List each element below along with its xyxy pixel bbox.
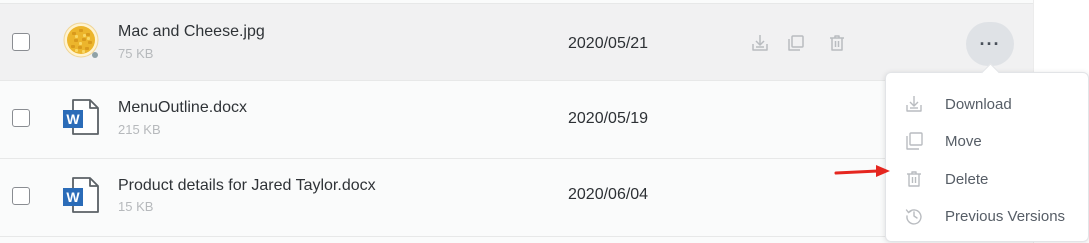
file-context-menu: Download Move Delete Previous Versions [885,72,1089,242]
menu-item-delete[interactable]: Delete [886,163,1089,195]
file-size: 215 KB [118,122,161,137]
file-size: 75 KB [118,46,154,61]
file-date: 2020/05/19 [568,110,649,127]
annotation-arrow [834,164,892,180]
menu-item-move[interactable]: Move [886,125,1089,157]
svg-text:W: W [66,189,80,205]
menu-item-label: Download [945,96,1012,113]
menu-item-label: Delete [945,171,989,188]
trash-icon[interactable] [827,33,847,53]
word-document-icon: W [62,175,100,215]
menu-item-download[interactable]: Download [886,88,1089,120]
copy-move-icon [904,131,924,151]
menu-item-previous-versions[interactable]: Previous Versions [886,200,1089,232]
menu-item-label: Previous Versions [945,208,1066,225]
trash-icon [904,169,924,189]
file-name[interactable]: Mac and Cheese.jpg [118,23,265,41]
download-icon [904,94,924,114]
svg-text:W: W [66,111,80,127]
history-icon [904,206,924,226]
row-checkbox[interactable] [12,187,30,205]
word-document-icon: W [62,97,100,137]
file-list: Mac and Cheese.jpg 75 KB 2020/05/21 ··· … [0,0,1034,243]
row-checkbox[interactable] [12,109,30,127]
file-name[interactable]: MenuOutline.docx [118,99,247,117]
more-options-button[interactable]: ··· [966,22,1014,66]
file-size: 15 KB [118,199,154,214]
file-date: 2020/05/21 [568,35,649,52]
row-checkbox[interactable] [12,33,30,51]
download-icon[interactable] [750,33,770,53]
menu-item-label: Move [945,133,982,150]
file-row-menu-outline[interactable]: W MenuOutline.docx 215 KB 2020/05/19 [0,81,1033,159]
file-date: 2020/06/04 [568,186,649,203]
image-thumbnail-icon [62,20,100,60]
copy-move-icon[interactable] [786,33,806,53]
file-name[interactable]: Product details for Jared Taylor.docx [118,177,376,195]
file-row-mac-and-cheese[interactable]: Mac and Cheese.jpg 75 KB 2020/05/21 ··· [0,3,1033,81]
